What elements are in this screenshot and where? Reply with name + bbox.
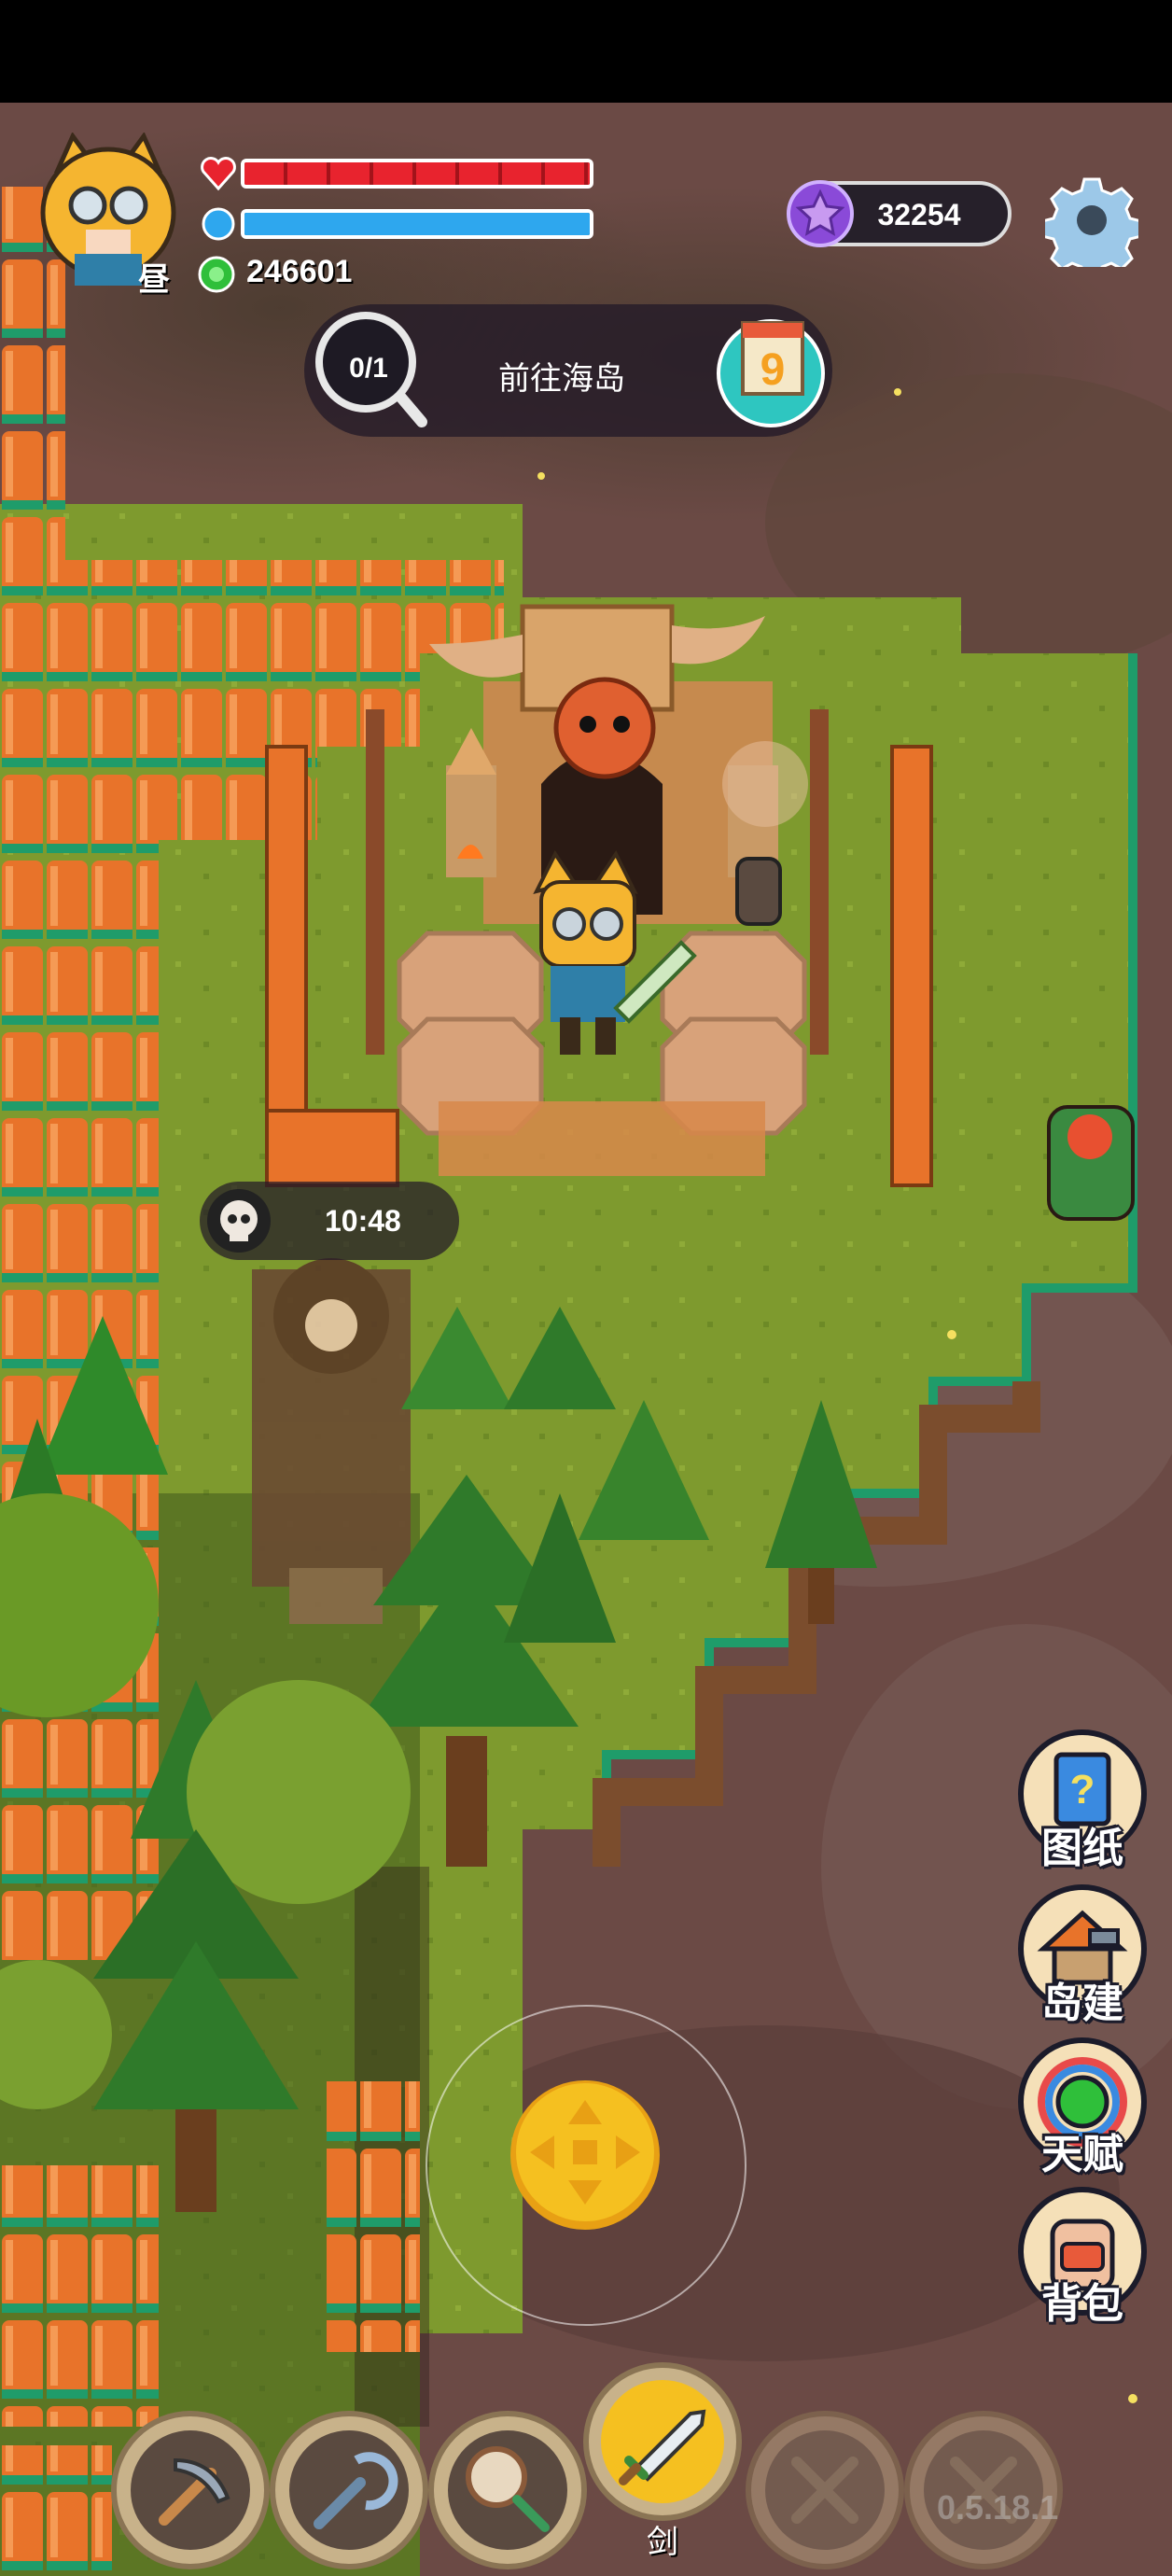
hookshot-tool-button[interactable] — [267, 2408, 431, 2572]
island-build-label: 岛建 — [1041, 1980, 1123, 2027]
calendar-day: 9 — [760, 345, 786, 395]
svg-text:?: ? — [1070, 1767, 1095, 1813]
version-label: 0.5.18.1 — [937, 2488, 1059, 2527]
time-of-day-label: 昼 — [138, 261, 170, 299]
talent-label: 天赋 — [1041, 2131, 1123, 2178]
heart-icon — [201, 157, 236, 191]
mana-orb-icon — [202, 207, 235, 241]
coin-count: 246601 — [246, 254, 353, 289]
calendar-icon[interactable]: 9 — [717, 312, 825, 427]
settings-gear-icon[interactable] — [1045, 174, 1138, 267]
star-gem-icon — [787, 180, 854, 247]
locked-tool-slot[interactable] — [743, 2408, 907, 2572]
skull-icon — [207, 1189, 271, 1253]
quest-objective: 前往海岛 — [498, 360, 625, 398]
currency-amount: 32254 — [877, 198, 961, 231]
backpack-label: 背包 — [1041, 2280, 1123, 2328]
blueprint-label: 图纸 — [1041, 1825, 1123, 1872]
pickaxe-tool-button[interactable] — [108, 2408, 272, 2572]
health-fill — [244, 162, 590, 185]
coin-icon — [198, 256, 235, 293]
selected-tool-label: 剑 — [647, 2524, 678, 2561]
sword-tool-button[interactable] — [580, 2359, 745, 2524]
net-tool-button[interactable] — [426, 2408, 590, 2572]
timer-value: 10:48 — [325, 1204, 401, 1238]
quest-progress: 0/1 — [349, 353, 388, 384]
mana-fill — [244, 213, 590, 235]
dpad-joystick-icon[interactable] — [508, 2078, 663, 2233]
